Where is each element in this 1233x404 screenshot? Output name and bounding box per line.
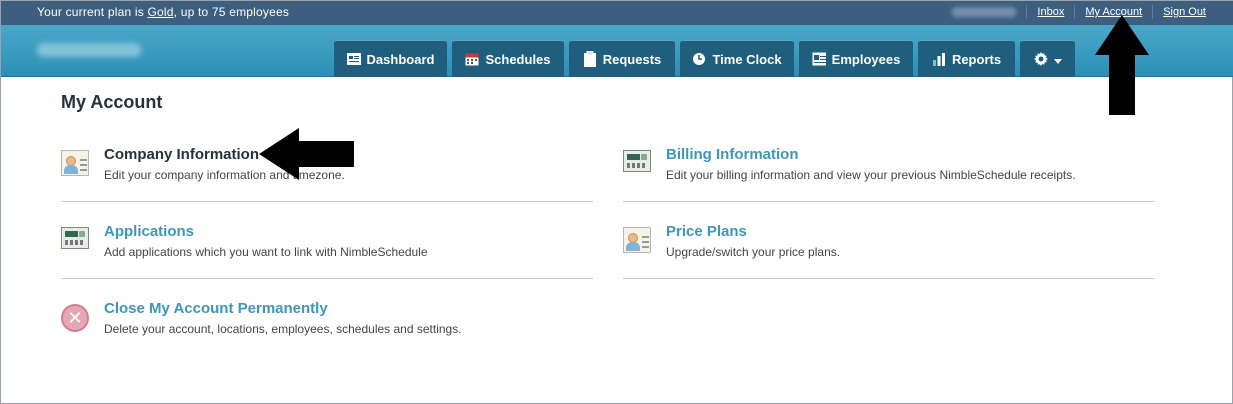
tab-dashboard[interactable]: Dashboard — [334, 40, 447, 77]
divider — [61, 201, 593, 202]
applications-item[interactable]: Applications Add applications which you … — [61, 223, 593, 263]
device-icon — [61, 227, 91, 257]
bar-chart-icon — [932, 52, 946, 66]
user-name-redacted — [952, 7, 1017, 17]
settings-menu-button[interactable] — [1020, 40, 1075, 77]
close-account-item[interactable]: ✕ Close My Account Permanently Delete yo… — [61, 300, 593, 340]
plan-name-link[interactable]: Gold — [147, 5, 173, 19]
tab-schedules[interactable]: Schedules — [452, 40, 564, 77]
divider — [623, 278, 1155, 279]
close-account-desc: Delete your account, locations, employee… — [104, 322, 462, 336]
divider — [61, 278, 593, 279]
id-card-icon — [812, 52, 826, 66]
price-plans-desc: Upgrade/switch your price plans. — [666, 245, 841, 259]
price-plans-link[interactable]: Price Plans — [666, 223, 747, 240]
inbox-link[interactable]: Inbox — [1027, 6, 1074, 18]
close-icon: ✕ — [61, 304, 91, 334]
nav-tabs: Dashboard Schedules Requests Time Clock … — [334, 40, 1075, 77]
plan-prefix: Your current plan is — [37, 5, 148, 19]
tab-label: Reports — [951, 51, 1002, 67]
arrow-left-icon — [259, 128, 354, 180]
billing-information-item[interactable]: Billing Information Edit your billing in… — [623, 146, 1155, 186]
close-account-link[interactable]: Close My Account Permanently — [104, 300, 328, 317]
top-links: Inbox My Account Sign Out — [952, 5, 1216, 19]
clock-icon — [692, 52, 706, 66]
tab-label: Schedules — [485, 51, 551, 67]
company-logo[interactable] — [37, 43, 141, 57]
dashboard-icon — [346, 52, 361, 66]
plan-info: Your current plan is Gold, up to 75 empl… — [37, 5, 289, 19]
tab-time-clock[interactable]: Time Clock — [680, 40, 794, 77]
chevron-down-icon — [1053, 52, 1062, 67]
sign-out-link[interactable]: Sign Out — [1153, 6, 1216, 18]
main-nav-bar: Dashboard Schedules Requests Time Clock … — [1, 25, 1233, 77]
id-card-icon — [623, 227, 653, 257]
clipboard-icon — [583, 51, 597, 67]
tab-requests[interactable]: Requests — [569, 40, 675, 77]
calendar-icon — [465, 52, 479, 66]
tab-reports[interactable]: Reports — [918, 40, 1015, 77]
tab-label: Time Clock — [712, 51, 782, 67]
applications-link[interactable]: Applications — [104, 223, 194, 240]
company-information-link[interactable]: Company Information — [104, 146, 259, 163]
page-title: My Account — [61, 92, 163, 112]
tab-label: Requests — [602, 51, 662, 67]
tab-label: Dashboard — [366, 51, 435, 67]
applications-desc: Add applications which you want to link … — [104, 245, 428, 259]
tab-label: Employees — [831, 51, 901, 67]
billing-information-desc: Edit your billing information and view y… — [666, 168, 1076, 182]
id-card-icon — [61, 150, 91, 180]
billing-information-link[interactable]: Billing Information — [666, 146, 799, 163]
plan-suffix: , up to 75 employees — [173, 5, 290, 19]
gear-icon — [1033, 52, 1048, 66]
top-bar: Your current plan is Gold, up to 75 empl… — [1, 1, 1233, 25]
price-plans-item[interactable]: Price Plans Upgrade/switch your price pl… — [623, 223, 1155, 263]
divider — [623, 201, 1155, 202]
tab-employees[interactable]: Employees — [799, 40, 913, 77]
device-icon — [623, 150, 653, 180]
arrow-up-icon — [1095, 15, 1149, 115]
